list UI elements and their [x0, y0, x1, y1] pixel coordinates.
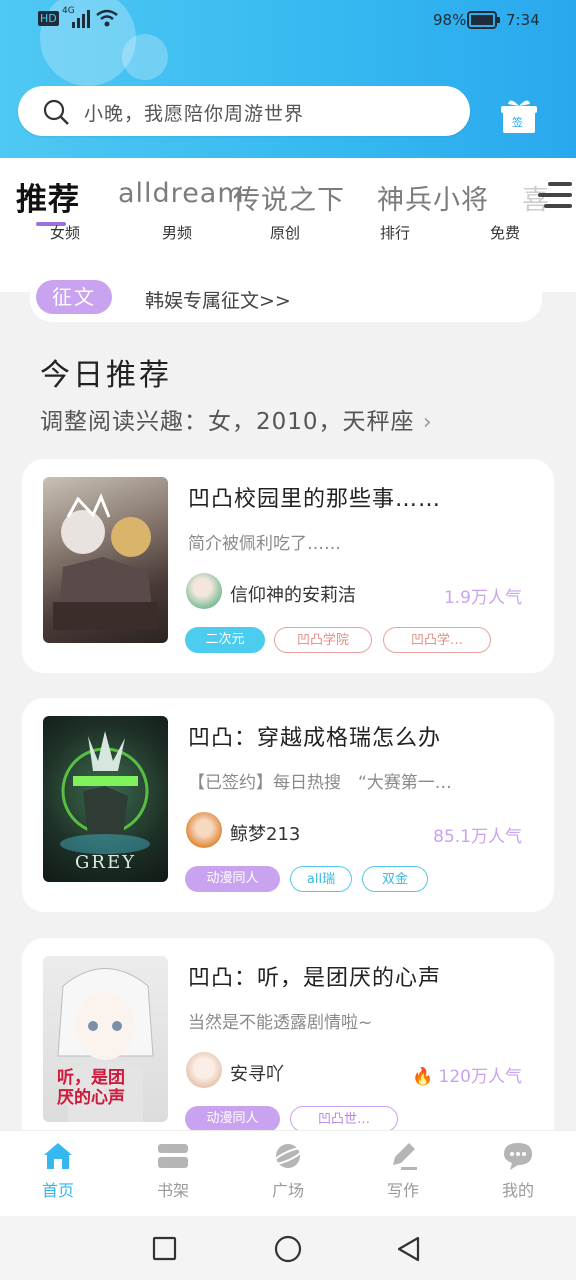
- author-avatar[interactable]: [186, 1052, 222, 1088]
- nav-square[interactable]: 广场: [248, 1141, 328, 1201]
- nav-home[interactable]: 首页: [18, 1141, 98, 1201]
- book-cover: GREY: [43, 716, 168, 882]
- nav-label: 首页: [41, 1181, 74, 1200]
- book-description: 简介被佩利吃了……: [188, 534, 341, 554]
- popularity: 1.9万人气: [443, 588, 522, 608]
- author-name[interactable]: 信仰神的安莉洁: [230, 581, 356, 607]
- reading-interest-text: 调整阅读兴趣：女，2010，天秤座: [40, 409, 415, 435]
- popularity-hot: 🔥 120万人气: [412, 1062, 522, 1087]
- chevron-right-icon: ›: [422, 410, 433, 435]
- author-avatar[interactable]: [186, 573, 222, 609]
- author-name[interactable]: 鲸梦213: [230, 820, 300, 846]
- book-title: 凹凸：听，是团厌的心声: [188, 966, 442, 991]
- home-button-icon[interactable]: [274, 1235, 302, 1263]
- pen-icon: [393, 1143, 417, 1170]
- book-description: 当然是不能透露剧情啦~: [188, 1013, 373, 1033]
- book-tag[interactable]: all瑞: [290, 866, 352, 892]
- search-placeholder: 小晚，我愿陪你周游世界: [84, 103, 305, 125]
- daily-sign-button[interactable]: 签: [500, 98, 538, 134]
- subtab-free[interactable]: 免费: [490, 222, 520, 243]
- chat-bubble-icon: [504, 1143, 532, 1170]
- back-icon[interactable]: [396, 1236, 422, 1262]
- nav-mine[interactable]: 我的: [478, 1141, 558, 1201]
- book-cover: 听，是团厌的心声: [43, 956, 168, 1122]
- book-tag[interactable]: 二次元: [185, 627, 265, 653]
- signal-icon: [72, 10, 90, 28]
- cover-title: GREY: [75, 852, 136, 873]
- bottom-navigation: 首页 书架 广场 写作 我的: [0, 1130, 576, 1217]
- status-bar: HD 4G 98% 7:34: [0, 0, 576, 40]
- book-tag[interactable]: 凹凸学院: [274, 627, 372, 653]
- book-title: 凹凸：穿越成格瑞怎么办: [188, 726, 442, 751]
- nav-label: 我的: [501, 1181, 534, 1200]
- book-tag[interactable]: 凹凸世…: [290, 1106, 398, 1132]
- decorative-bubble: [122, 34, 168, 80]
- book-tag[interactable]: 动漫同人: [185, 866, 280, 892]
- wifi-icon: [96, 9, 118, 27]
- nav-label: 书架: [156, 1181, 189, 1200]
- tab-recommend[interactable]: 推荐: [16, 174, 80, 219]
- search-bar[interactable]: 小晚，我愿陪你周游世界: [18, 86, 470, 136]
- book-cover: [43, 477, 168, 643]
- tab-undertale[interactable]: 传说之下: [233, 178, 345, 217]
- fire-icon: 🔥: [411, 1067, 434, 1087]
- book-title: 凹凸校园里的那些事……: [188, 487, 442, 512]
- tab-shenbing[interactable]: 神兵小将: [377, 178, 489, 217]
- nav-label: 广场: [271, 1181, 304, 1200]
- book-tag[interactable]: 双金: [362, 866, 428, 892]
- recents-icon[interactable]: [152, 1236, 178, 1262]
- author-name[interactable]: 安寻吖: [230, 1060, 284, 1086]
- subtab-ranking[interactable]: 排行: [380, 222, 410, 243]
- battery-percent: 98%: [433, 11, 467, 29]
- menu-icon[interactable]: [538, 182, 572, 208]
- subtab-original[interactable]: 原创: [270, 222, 300, 243]
- contest-badge: 征文: [36, 280, 112, 314]
- subtab-male[interactable]: 男频: [162, 222, 192, 243]
- book-card[interactable]: 凹凸校园里的那些事…… 简介被佩利吃了…… 信仰神的安莉洁 1.9万人气 二次元…: [22, 459, 554, 673]
- nav-write[interactable]: 写作: [363, 1141, 443, 1201]
- bookshelf-icon: [158, 1144, 188, 1168]
- section-title: 今日推荐: [40, 358, 172, 393]
- cover-art: [53, 493, 158, 630]
- tab-alldream[interactable]: alldream: [118, 178, 245, 209]
- reading-interest-link[interactable]: 调整阅读兴趣：女，2010，天秤座 ›: [40, 402, 433, 436]
- book-tag[interactable]: 凹凸学…: [383, 627, 491, 653]
- book-card[interactable]: GREY 凹凸：穿越成格瑞怎么办 【已签约】每日热搜 “大赛第一… 鲸梦213 …: [22, 698, 554, 912]
- home-icon: [44, 1143, 72, 1169]
- author-avatar[interactable]: [186, 812, 222, 848]
- book-tag[interactable]: 动漫同人: [185, 1106, 280, 1132]
- planet-icon: [272, 1144, 304, 1168]
- subtab-female[interactable]: 女频: [50, 222, 80, 243]
- book-description: 【已签约】每日热搜 “大赛第一…: [188, 773, 452, 793]
- hd-badge: HD: [38, 11, 59, 26]
- nav-bookshelf[interactable]: 书架: [133, 1141, 213, 1201]
- category-tabs: 推荐 alldream 传说之下 神兵小将 喜 女频 男频 原创 排行 免费: [0, 158, 576, 292]
- search-icon: [43, 99, 69, 125]
- nav-label: 写作: [386, 1181, 419, 1200]
- book-card[interactable]: 听，是团厌的心声 凹凸：听，是团厌的心声 当然是不能透露剧情啦~ 安寻吖 🔥 1…: [22, 938, 554, 1152]
- system-navigation-bar: [0, 1216, 576, 1280]
- popularity: 120万人气: [438, 1067, 522, 1087]
- clock: 7:34: [506, 11, 540, 29]
- cover-title: 听，是团厌的心声: [57, 1068, 125, 1108]
- sign-label: 签: [512, 116, 523, 129]
- contest-link[interactable]: 韩娱专属征文>>: [145, 286, 291, 313]
- battery-icon: [467, 11, 500, 29]
- popularity: 85.1万人气: [433, 827, 522, 847]
